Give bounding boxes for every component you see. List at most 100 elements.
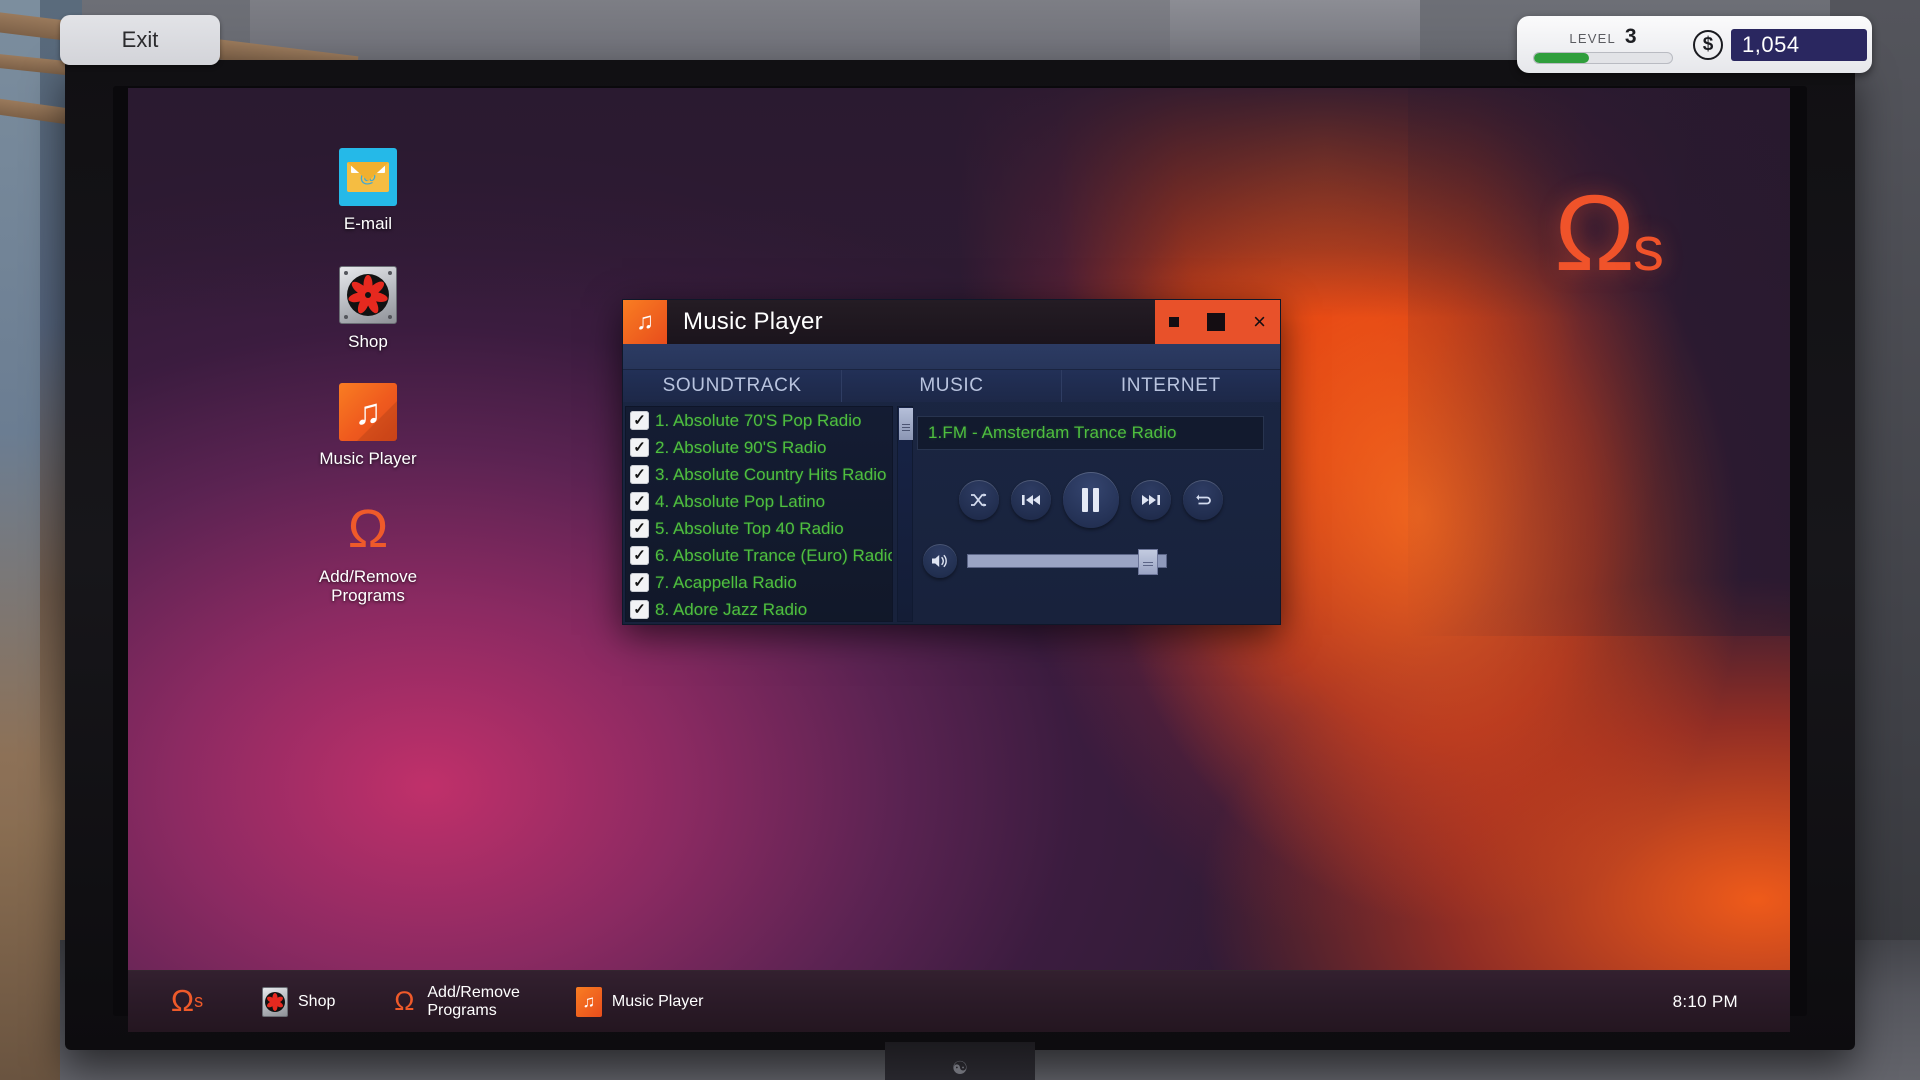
desktop-icon-email[interactable]: @ E-mail [278, 148, 458, 234]
music-note-icon: ♫ [623, 300, 667, 344]
maximize-icon [1207, 313, 1226, 331]
tab-soundtrack[interactable]: SOUNDTRACK [623, 370, 843, 402]
desktop-icon-add-remove-programs[interactable]: Ω Add/Remove Programs [278, 501, 458, 606]
taskbar: Ωs Shop Ω Add/Remove Programs ♫ Music Pl… [128, 970, 1790, 1032]
money-widget: $ 1,054 [1693, 28, 1867, 61]
music-note-icon: ♫ [339, 383, 397, 442]
desktop-icon-label: Music Player [319, 449, 417, 469]
money-amount: 1,054 [1731, 28, 1867, 61]
volume-slider-thumb[interactable] [1138, 549, 1159, 575]
desktop-icon-label: E-mail [343, 214, 393, 233]
taskbar-item-music-player[interactable]: ♫ Music Player [562, 983, 718, 1021]
station-checkbox[interactable]: ✓ [630, 546, 649, 565]
level-value: 3 [1624, 25, 1637, 48]
room-floor-left [0, 820, 60, 1080]
taskbar-item-add-remove-programs[interactable]: Ω Add/Remove Programs [377, 980, 534, 1024]
shuffle-icon [970, 493, 986, 507]
station-checkbox[interactable]: ✓ [630, 465, 649, 484]
game-screen: ☯ Ωs @ E-mail Shop ♫ Music Player Ω Add/… [0, 0, 1920, 1080]
monitor-brand-logo: ☯ [951, 1058, 969, 1078]
repeat-icon [1195, 494, 1211, 505]
list-item[interactable]: ✓ 8. Adore Jazz Radio [626, 596, 892, 621]
window-controls: × [1155, 300, 1280, 344]
start-button[interactable]: Ωs [154, 983, 220, 1019]
station-name: 5. Absolute Top 40 Radio [655, 518, 844, 538]
volume-row [917, 544, 1264, 578]
station-checkbox[interactable]: ✓ [630, 573, 649, 592]
wallpaper-vignette-right [1407, 88, 1790, 636]
exit-button[interactable]: Exit [60, 15, 220, 65]
level-progress-bar [1533, 52, 1673, 64]
station-checkbox[interactable]: ✓ [630, 519, 649, 538]
shuffle-button[interactable] [958, 480, 999, 520]
station-checkbox[interactable]: ✓ [630, 438, 649, 457]
start-logo-omega: Ω [170, 983, 195, 1019]
station-name: 7. Acappella Radio [655, 572, 797, 592]
playback-controls [917, 472, 1264, 528]
list-item[interactable]: ✓ 2. Absolute 90'S Radio [626, 434, 892, 461]
desktop-icon-label: Add/Remove Programs [318, 566, 418, 606]
station-checkbox[interactable]: ✓ [630, 492, 649, 511]
taskbar-item-label: Add/Remove Programs [427, 983, 520, 1019]
station-name: 6. Absolute Trance (Euro) Radio [655, 545, 892, 565]
taskbar-item-label: Music Player [611, 992, 704, 1010]
desktop-icon-music-player[interactable]: ♫ Music Player [278, 383, 458, 469]
volume-slider[interactable] [967, 549, 1167, 575]
list-item[interactable]: ✓ 7. Acappella Radio [626, 569, 892, 596]
desktop: Ωs @ E-mail Shop ♫ Music Player Ω Add/Re… [128, 88, 1790, 1032]
next-button[interactable] [1130, 480, 1171, 520]
os-logo-suffix: s [1633, 215, 1664, 284]
list-item[interactable]: ✓ 3. Absolute Country Hits Radio [626, 461, 892, 488]
fan-icon [262, 986, 288, 1017]
room-ceiling-panel-right [1170, 0, 1420, 62]
player-hud: LEVEL 3 $ 1,054 [1517, 16, 1872, 73]
station-checkbox[interactable]: ✓ [630, 600, 649, 619]
station-list-container: ✓ 1. Absolute 70'S Pop Radio ✓ 2. Absolu… [623, 402, 913, 626]
previous-button[interactable] [1010, 480, 1051, 520]
list-item[interactable]: ✓ 5. Absolute Top 40 Radio [626, 515, 892, 542]
tab-bar: SOUNDTRACK MUSIC INTERNET [623, 370, 1280, 402]
player-panel: 1.FM - Amsterdam Trance Radio [899, 402, 1280, 626]
window-title-bar[interactable]: ♫ Music Player × [623, 300, 1280, 344]
station-checkbox[interactable]: ✓ [630, 411, 649, 430]
taskbar-item-label: Shop [298, 992, 336, 1010]
os-logo-omega: Ω [1554, 172, 1635, 293]
station-name: 8. Adore Jazz Radio [655, 599, 808, 619]
omega-icon: Ω [394, 985, 415, 1016]
station-name: 4. Absolute Pop Latino [655, 491, 826, 511]
previous-icon [1021, 495, 1040, 505]
fan-icon [339, 265, 397, 324]
next-icon [1141, 495, 1160, 505]
tab-internet[interactable]: INTERNET [1061, 370, 1280, 402]
desktop-icon-shop[interactable]: Shop [278, 265, 458, 352]
minimize-button[interactable] [1169, 317, 1180, 327]
volume-slider-fill [968, 555, 1143, 567]
tab-music[interactable]: MUSIC [842, 370, 1062, 402]
station-name: 2. Absolute 90'S Radio [655, 437, 827, 457]
list-item[interactable]: ✓ 6. Absolute Trance (Euro) Radio [626, 542, 892, 569]
minimize-icon [1169, 317, 1180, 327]
taskbar-item-shop[interactable]: Shop [248, 983, 349, 1021]
close-button[interactable]: × [1253, 311, 1266, 333]
start-logo-suffix: s [194, 991, 204, 1012]
level-widget: LEVEL 3 [1533, 25, 1673, 64]
window-toolbar-strip [623, 344, 1280, 370]
window-body: ✓ 1. Absolute 70'S Pop Radio ✓ 2. Absolu… [623, 402, 1280, 626]
music-player-window: ♫ Music Player × SOUNDTRACK MUSIC INTERN… [622, 299, 1281, 625]
list-item[interactable]: ✓ 1. Absolute 70'S Pop Radio [626, 407, 892, 434]
now-playing-display: 1.FM - Amsterdam Trance Radio [917, 416, 1264, 450]
list-item[interactable]: ✓ 4. Absolute Pop Latino [626, 488, 892, 515]
desktop-icon-label: Shop [348, 331, 388, 351]
level-progress-fill [1534, 53, 1590, 63]
pause-icon [1082, 488, 1099, 512]
maximize-button[interactable] [1207, 313, 1226, 331]
taskbar-clock: 8:10 PM [1672, 991, 1738, 1011]
station-list[interactable]: ✓ 1. Absolute 70'S Pop Radio ✓ 2. Absolu… [625, 406, 893, 622]
volume-button[interactable] [923, 544, 957, 578]
omega-icon: Ω [347, 499, 389, 560]
repeat-button[interactable] [1182, 480, 1223, 520]
station-name: 3. Absolute Country Hits Radio [655, 464, 887, 484]
play-pause-button[interactable] [1062, 472, 1119, 528]
window-title: Music Player [683, 308, 823, 335]
station-name: 1. Absolute 70'S Pop Radio [655, 410, 862, 430]
